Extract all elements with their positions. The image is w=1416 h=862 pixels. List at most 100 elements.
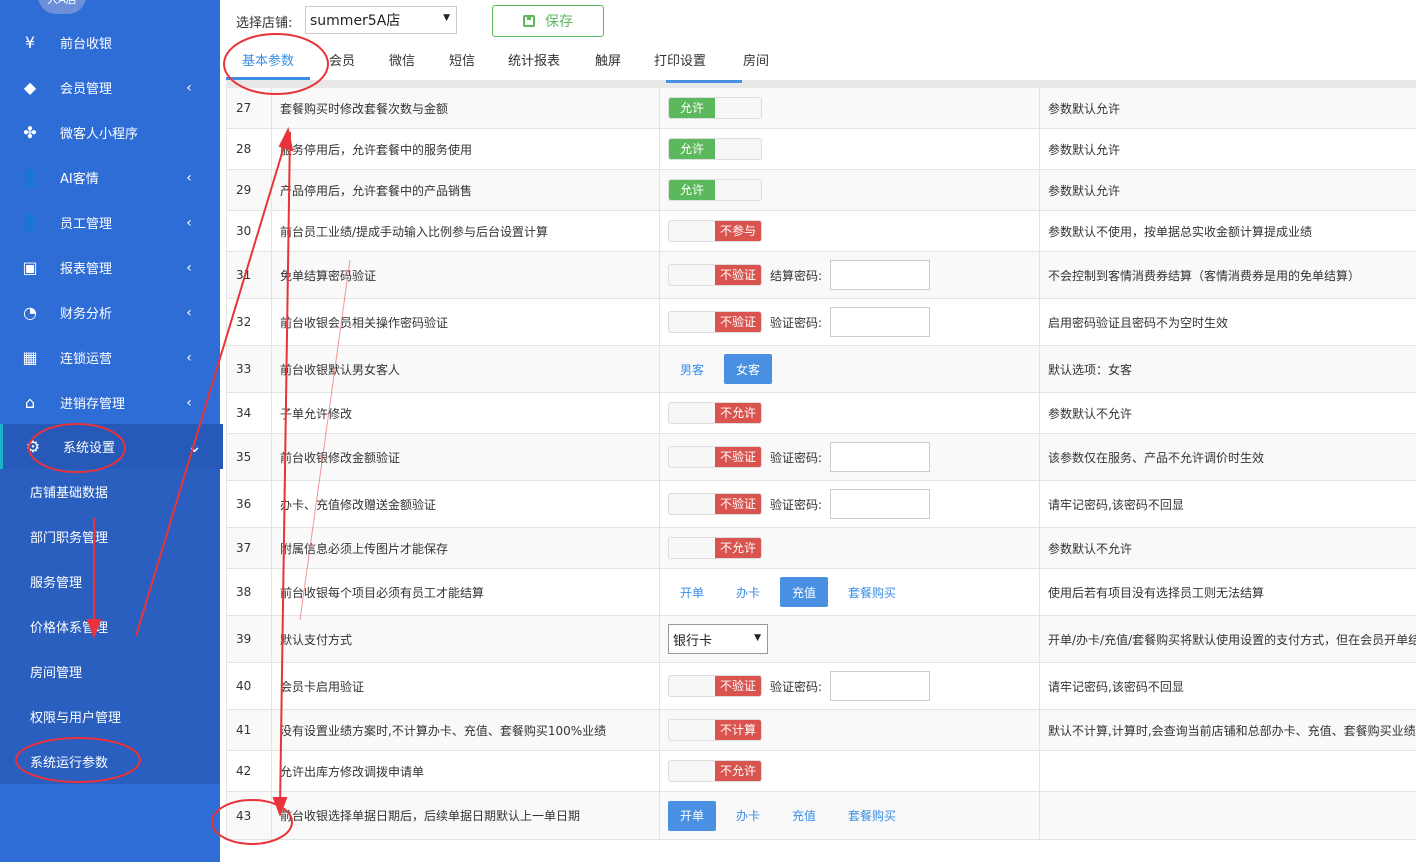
parameter-toggle[interactable]: 不验证: [668, 264, 762, 286]
tab[interactable]: 短信: [436, 44, 488, 80]
tab-divider: [226, 80, 1416, 88]
payment-method-select[interactable]: 银行卡 ▼: [668, 624, 768, 654]
parameter-name: 服务停用后，允许套餐中的服务使用: [272, 129, 660, 169]
sidebar-item[interactable]: 👤 AI客情 ‹: [0, 155, 220, 200]
parameter-note: 默认不计算,计算时,会查询当前店铺和总部办卡、充值、套餐购买业绩方: [1048, 723, 1416, 738]
password-label: 结算密码:: [770, 268, 823, 283]
sidebar-item-label: 前台收银: [60, 37, 113, 52]
parameter-toggle[interactable]: 不验证: [668, 311, 762, 333]
sidebar-item[interactable]: ▣ 报表管理 ‹: [0, 245, 220, 290]
submenu-item[interactable]: 店铺基础数据: [0, 469, 220, 514]
parameter-name: 前台收银默认男女客人: [272, 346, 660, 392]
submenu-item[interactable]: 房间管理: [0, 649, 220, 694]
store-logo: 人A店: [38, 0, 86, 14]
chevron-left-icon: ‹: [186, 349, 192, 366]
table-row: 31 免单结算密码验证 不验证 结算密码: 不会控制到客情消费券结算（客情消费券是用的免…: [226, 252, 1416, 299]
diamond-icon: ◆: [23, 78, 37, 97]
sidebar-item[interactable]: ⚙ 系统设置 ⌄: [0, 424, 223, 469]
yen-icon: ¥: [24, 33, 36, 52]
option-button[interactable]: 男客: [668, 354, 716, 384]
parameter-note: 默认选项：女客: [1048, 362, 1133, 377]
submenu-item[interactable]: 系统运行参数: [0, 739, 220, 784]
submenu-item[interactable]: 部门职务管理: [0, 514, 220, 559]
table-row: 37 附属信息必须上传图片才能保存 不允许 参数默认不允许: [226, 528, 1416, 569]
chevron-left-icon: ‹: [186, 169, 192, 186]
parameter-name: 办卡、充值修改赠送金额验证: [272, 481, 660, 527]
submenu-item[interactable]: 权限与用户管理: [0, 694, 220, 739]
sidebar-item[interactable]: ◆ 会员管理 ‹: [0, 65, 220, 110]
parameter-toggle[interactable]: 不计算: [668, 719, 762, 741]
sidebar-item-label: 报表管理: [60, 262, 113, 277]
option-button[interactable]: 开单: [668, 800, 717, 831]
parameter-note: 请牢记密码,该密码不回显: [1048, 679, 1184, 694]
parameter-toggle[interactable]: 不允许: [668, 760, 762, 782]
toggle-state-label: 不验证: [715, 676, 761, 696]
row-number: 27: [226, 88, 272, 128]
parameter-toggle[interactable]: 允许: [668, 179, 762, 201]
tab[interactable]: 房间: [730, 44, 782, 80]
option-button[interactable]: 套餐购买: [836, 577, 908, 607]
option-button[interactable]: 套餐购买: [836, 801, 908, 831]
option-button[interactable]: 充值: [780, 577, 829, 607]
row-number: 38: [226, 569, 272, 615]
parameter-toggle[interactable]: 不验证: [668, 675, 762, 697]
password-input[interactable]: [830, 260, 931, 290]
parameter-note: [1040, 751, 1416, 791]
parameter-name: 会员卡启用验证: [272, 663, 660, 709]
table-row: 38 前台收银每个项目必须有员工才能结算 开单 办卡 充值 套餐购买 使用后若有项目没有选择…: [226, 569, 1416, 616]
submenu-item[interactable]: 价格体系管理: [0, 604, 220, 649]
tab[interactable]: 触屏: [582, 44, 634, 80]
tab[interactable]: 微信: [376, 44, 428, 80]
store-select-label: 选择店铺:: [236, 16, 293, 31]
password-label: 验证密码:: [770, 497, 823, 512]
sidebar-item-label: 财务分析: [60, 307, 113, 322]
save-icon: [523, 15, 535, 27]
tab[interactable]: 会员: [316, 44, 368, 80]
parameter-note: 参数默认允许: [1048, 142, 1121, 157]
store-select-value: summer5A店: [310, 13, 401, 29]
home-icon: ⌂: [24, 393, 36, 412]
row-number: 36: [226, 481, 272, 527]
sidebar-item[interactable]: ⌂ 进销存管理 ‹: [0, 380, 220, 425]
password-input[interactable]: [830, 307, 931, 337]
password-input[interactable]: [830, 489, 931, 519]
option-button[interactable]: 开单: [668, 577, 716, 607]
submenu-item[interactable]: 服务管理: [0, 559, 220, 604]
parameter-toggle[interactable]: 允许: [668, 138, 762, 160]
password-input[interactable]: [830, 671, 931, 701]
store-select[interactable]: summer5A店 ▼: [305, 6, 457, 34]
toggle-state-label: 不验证: [715, 447, 761, 467]
option-button[interactable]: 女客: [724, 354, 773, 384]
option-button[interactable]: 办卡: [724, 801, 772, 831]
chevron-left-icon: ‹: [186, 259, 192, 276]
tab[interactable]: 基本参数: [226, 44, 310, 80]
sidebar-item[interactable]: ▦ 连锁运营 ‹: [0, 335, 220, 380]
toggle-state-label: 允许: [669, 139, 715, 159]
parameter-note: 参数默认允许: [1048, 183, 1121, 198]
parameter-note: 使用后若有项目没有选择员工则无法结算: [1048, 585, 1265, 600]
toggle-state-label: 不计算: [715, 720, 761, 740]
sidebar-item[interactable]: ✤ 微客人小程序: [0, 110, 220, 155]
password-input[interactable]: [830, 442, 931, 472]
option-button[interactable]: 充值: [780, 801, 828, 831]
parameter-name: 默认支付方式: [272, 616, 660, 662]
parameter-name: 免单结算密码验证: [272, 252, 660, 298]
parameter-toggle[interactable]: 不验证: [668, 493, 762, 515]
parameter-note: 参数默认不使用，按单据总实收金额计算提成业绩: [1048, 224, 1313, 239]
parameter-name: 前台员工业绩/提成手动输入比例参与后台设置计算: [272, 211, 660, 251]
parameter-toggle[interactable]: 不允许: [668, 537, 762, 559]
option-button[interactable]: 办卡: [724, 577, 772, 607]
parameter-control: 不验证 验证密码:: [660, 299, 1040, 345]
tab[interactable]: 打印设置: [642, 44, 718, 80]
parameter-toggle[interactable]: 允许: [668, 97, 762, 119]
sidebar-item[interactable]: ¥ 前台收银: [0, 20, 220, 65]
tab[interactable]: 统计报表: [496, 44, 572, 80]
parameter-control: 不允许: [660, 751, 1040, 791]
parameter-toggle[interactable]: 不验证: [668, 446, 762, 468]
parameter-toggle[interactable]: 不允许: [668, 402, 762, 424]
sidebar-item[interactable]: 👤 员工管理 ‹: [0, 200, 220, 245]
parameter-toggle[interactable]: 不参与: [668, 220, 762, 242]
sidebar-item[interactable]: ◔ 财务分析 ‹: [0, 290, 220, 335]
save-button[interactable]: 保存: [492, 5, 604, 37]
parameter-note: 开单/办卡/充值/套餐购买将默认使用设置的支付方式，但在会员开单结: [1048, 632, 1416, 647]
